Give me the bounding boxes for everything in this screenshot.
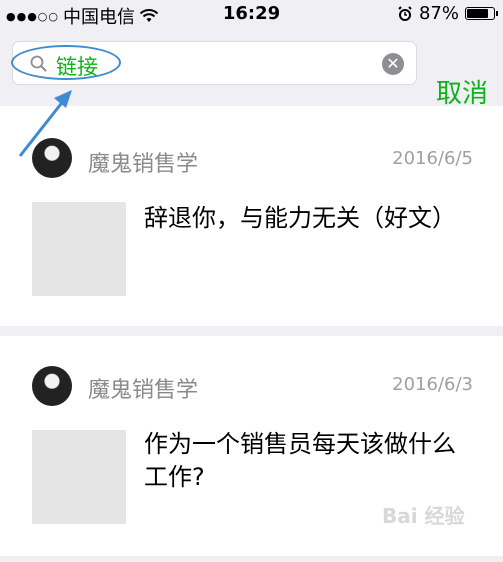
search-result-item[interactable]: 魔鬼销售学 2016/6/5 辞退你，与能力无关（好文） xyxy=(0,106,503,326)
article-thumbnail xyxy=(32,202,126,296)
author-name: 魔鬼销售学 xyxy=(88,152,199,177)
author-avatar xyxy=(32,366,72,406)
search-query-text: 链接 xyxy=(56,55,98,79)
alarm-clock-icon xyxy=(398,5,412,21)
author-name: 魔鬼销售学 xyxy=(88,378,199,403)
clear-search-icon[interactable]: ✕ xyxy=(382,53,404,75)
search-bar: 链接 取消 xyxy=(0,28,503,109)
search-icon xyxy=(30,55,47,72)
battery-icon xyxy=(465,7,498,20)
status-bar: ●●●○○ 中国电信 16:29 87% xyxy=(0,0,503,28)
author-avatar xyxy=(32,138,72,178)
article-title: 辞退你，与能力无关（好文） xyxy=(144,204,456,232)
article-title: 作为一个销售员每天该做什么工作? xyxy=(144,430,456,491)
battery-percent: 87% xyxy=(418,3,459,24)
post-date: 2016/6/3 xyxy=(392,374,473,395)
article-thumbnail xyxy=(32,430,126,524)
battery-fill xyxy=(467,9,488,18)
watermark: Bai 经验 xyxy=(382,504,465,528)
post-date: 2016/6/5 xyxy=(392,148,473,169)
cancel-button[interactable]: 取消 xyxy=(436,73,488,110)
